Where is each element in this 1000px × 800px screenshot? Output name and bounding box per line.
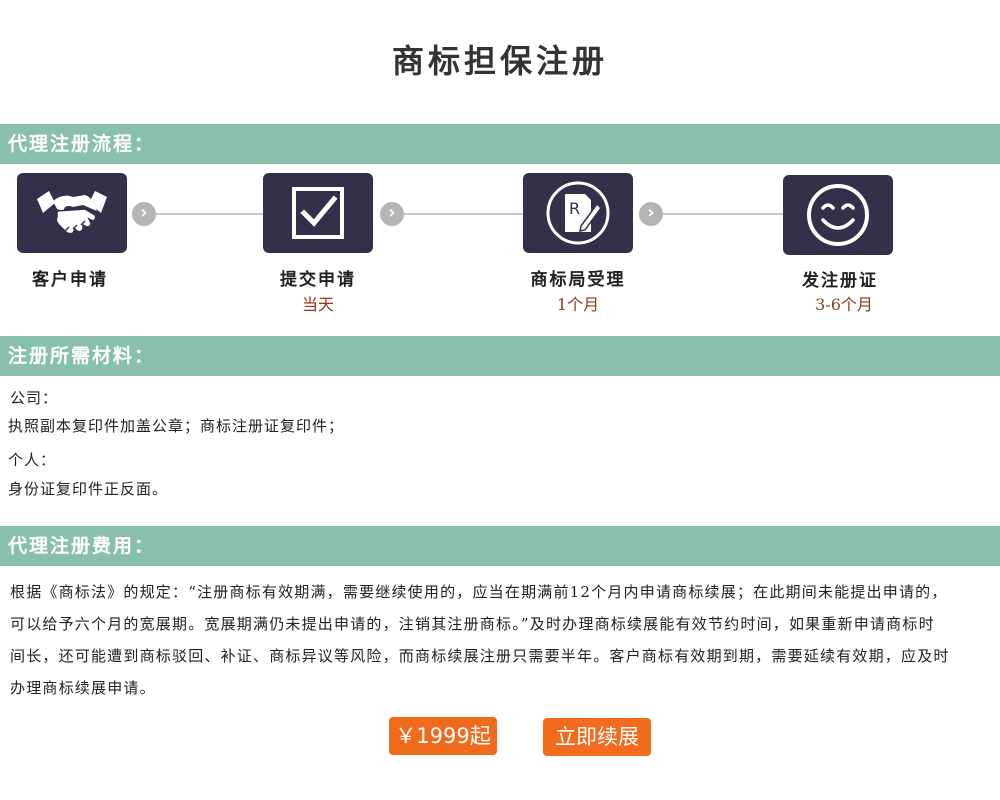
svg-text:R: R [569, 199, 580, 218]
materials-section-header: 注册所需材料： [0, 336, 1000, 376]
step-client-apply [17, 173, 127, 253]
step-submit-apply [263, 173, 373, 253]
step-duration: 3-6个月 [815, 295, 873, 314]
step-name: 发注册证 [802, 271, 878, 291]
individual-materials: 身份证复印件正反面。 [8, 480, 169, 498]
price-button[interactable]: ￥1999起 [389, 717, 497, 755]
individual-label: 个人： [8, 451, 57, 469]
connector-line [660, 213, 785, 215]
fees-section-header: 代理注册费用： [0, 526, 1000, 566]
company-materials: 执照副本复印件加盖公章；商标注册证复印件； [8, 417, 345, 435]
page-title: 商标担保注册 [391, 42, 608, 80]
step-issue-certificate [783, 175, 893, 255]
chevron-right-icon: › [639, 202, 663, 226]
connector-line [150, 213, 265, 215]
handshake-icon [37, 191, 107, 235]
step-duration: 当天 [301, 295, 334, 314]
registered-document-icon: R [546, 181, 610, 245]
step-duration: 1个月 [556, 295, 600, 314]
step-name: 客户申请 [32, 270, 108, 290]
connector-line [400, 213, 525, 215]
process-section-header: 代理注册流程： [0, 124, 1000, 164]
renew-now-button[interactable]: 立即续展 [543, 718, 651, 756]
step-name: 提交申请 [280, 270, 356, 290]
chevron-right-icon: › [380, 202, 404, 226]
chevron-right-icon: › [132, 202, 156, 226]
fee-description: 根据《商标法》的规定：“注册商标有效期满，需要继续使用的，应当在期满前12个月内… [10, 583, 950, 697]
smiley-icon [807, 184, 869, 246]
step-office-accept: R [523, 173, 633, 253]
checkbox-icon [292, 187, 344, 239]
company-label: 公司： [10, 389, 59, 407]
step-name: 商标局受理 [530, 270, 626, 290]
